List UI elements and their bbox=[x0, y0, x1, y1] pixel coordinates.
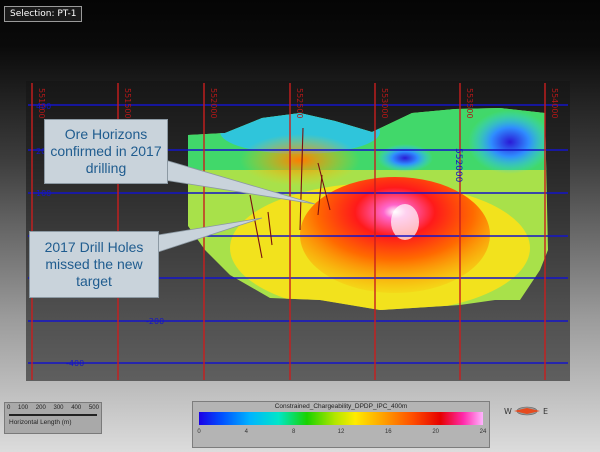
easting-label: 552500 bbox=[295, 88, 304, 119]
scale-tick: 200 bbox=[35, 405, 46, 411]
easting-label: 552000 bbox=[209, 88, 218, 119]
ore-horizons-text: Ore Horizons confirmed in 2017 drilling bbox=[50, 126, 162, 176]
scale-label: Horizontal Length (m) bbox=[9, 419, 72, 426]
legend-tick: 16 bbox=[384, 429, 392, 435]
compass-needle-icon bbox=[514, 408, 540, 414]
elevation-label: 400 bbox=[36, 102, 51, 111]
legend-title: Constrained_Chargeability_DPDP_IPC_400m bbox=[274, 403, 408, 410]
legend-tick: 0 bbox=[197, 429, 201, 435]
scale-tick: 300 bbox=[53, 405, 64, 411]
easting-label: 553500 bbox=[465, 88, 474, 119]
easting-label: 551500 bbox=[123, 88, 132, 119]
scale-tick: 500 bbox=[88, 405, 99, 411]
scale-tick: 400 bbox=[71, 405, 82, 411]
horizontal-scale: 0 100 200 300 400 500 Horizontal Length … bbox=[4, 402, 102, 434]
scale-tick: 100 bbox=[18, 405, 29, 411]
legend-color-ramp bbox=[199, 412, 483, 425]
easting-label: 553000 bbox=[380, 88, 389, 119]
legend-tick: 24 bbox=[479, 429, 487, 435]
compass-icon[interactable]: W E bbox=[504, 401, 550, 423]
drill-holes-text: 2017 Drill Holes missed the new target bbox=[44, 239, 144, 289]
legend-tick: 20 bbox=[432, 429, 439, 435]
ore-horizons-callout: Ore Horizons confirmed in 2017 drilling bbox=[44, 119, 168, 184]
elevation-label: -400 bbox=[66, 359, 84, 368]
scale-bar bbox=[9, 414, 97, 416]
scale-ticks: 0 100 200 300 400 500 bbox=[7, 405, 99, 411]
section-view[interactable]: 551000 551500 552000 552500 553000 55350… bbox=[0, 0, 600, 400]
elevation-label: 100 bbox=[36, 189, 51, 198]
color-legend: Constrained_Chargeability_DPDP_IPC_400m … bbox=[192, 401, 490, 448]
drill-holes-callout: 2017 Drill Holes missed the new target bbox=[29, 231, 159, 298]
legend-tick: 8 bbox=[291, 429, 296, 435]
inline-easting-label: 552000 bbox=[453, 148, 463, 183]
legend-tick: 4 bbox=[244, 429, 248, 435]
elevation-label: -200 bbox=[146, 317, 164, 326]
compass-west-label: W bbox=[504, 407, 512, 416]
legend-tick: 12 bbox=[337, 429, 345, 435]
easting-label: 554000 bbox=[550, 88, 559, 119]
compass-east-label: E bbox=[543, 407, 548, 416]
scale-tick: 0 bbox=[7, 405, 11, 411]
